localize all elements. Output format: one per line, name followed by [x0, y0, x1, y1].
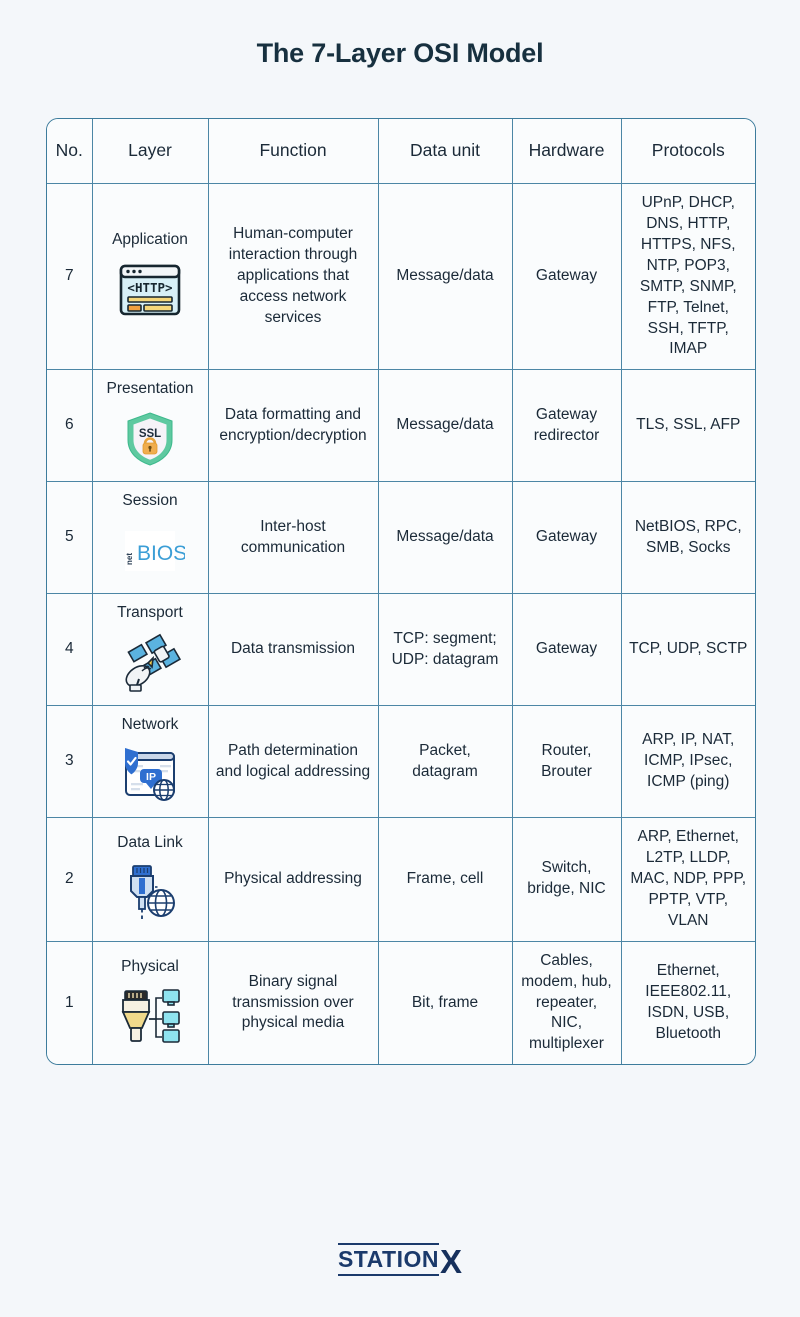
- layer-data-unit: Message/data: [378, 183, 513, 371]
- layer-hardware: Switch, bridge, NIC: [512, 817, 622, 942]
- osi-model-table: No. Layer Function Data unit Hardware Pr…: [47, 119, 755, 1065]
- layer-cell: Session net BIOS: [92, 481, 209, 595]
- layer-function: Inter-host communication: [208, 481, 379, 595]
- column-header-hardware: Hardware: [512, 119, 622, 184]
- layer-hardware: Gateway: [512, 481, 622, 595]
- layer-protocols: NetBIOS, RPC, SMB, Socks: [621, 481, 755, 595]
- layer-data-unit: Frame, cell: [378, 817, 513, 942]
- layer-protocols: TCP, UDP, SCTP: [621, 593, 755, 707]
- layer-name: Presentation: [106, 380, 194, 398]
- satellite-dish-icon: [99, 630, 202, 696]
- page-title: The 7-Layer OSI Model: [256, 38, 544, 68]
- layer-cell: Network IP: [92, 705, 209, 819]
- stationx-logo: STATION X: [337, 1243, 463, 1280]
- layer-cell: Transport: [92, 593, 209, 707]
- layer-name: Physical: [121, 957, 179, 975]
- layer-cell: Physical: [92, 941, 209, 1065]
- infographic-page: The 7-Layer OSI Model No. Layer Function…: [0, 0, 800, 1317]
- svg-text:IP: IP: [146, 771, 156, 783]
- layer-data-unit: Packet, datagram: [378, 705, 513, 819]
- layer-name: Application: [112, 231, 188, 249]
- table-row: 2 Data Link Physical addressing Frame, c…: [47, 817, 755, 942]
- table-row: 3 Network IP Path determination and logi…: [47, 705, 755, 819]
- netbios-logo-icon: net BIOS: [99, 518, 202, 584]
- layer-protocols: UPnP, DHCP, DNS, HTTP, HTTPS, NFS, NTP, …: [621, 183, 755, 371]
- column-header-function: Function: [208, 119, 379, 184]
- layer-data-unit: Message/data: [378, 481, 513, 595]
- layer-function: Path determination and logical addressin…: [208, 705, 379, 819]
- layer-cell: Data Link: [92, 817, 209, 942]
- layer-data-unit: Bit, frame: [378, 941, 513, 1065]
- layer-number: 1: [47, 941, 93, 1065]
- logo-rule-bottom: [337, 1274, 439, 1276]
- layer-number: 2: [47, 817, 93, 942]
- logo-wordmark: STATION: [337, 1243, 439, 1276]
- layer-function: Human-computer interaction through appli…: [208, 183, 379, 371]
- footer: STATION X: [0, 1243, 800, 1280]
- layer-data-unit: Message/data: [378, 369, 513, 483]
- layer-protocols: ARP, IP, NAT, ICMP, IPsec, ICMP (ping): [621, 705, 755, 819]
- logo-wordmark-text: STATION: [337, 1246, 439, 1272]
- layer-number: 7: [47, 183, 93, 371]
- layer-number: 5: [47, 481, 93, 595]
- layer-number: 6: [47, 369, 93, 483]
- ip-shield-globe-icon: IP: [99, 742, 202, 808]
- layer-name: Session: [122, 492, 178, 510]
- layer-function: Data formatting and encryption/decryptio…: [208, 369, 379, 483]
- layer-number: 3: [47, 705, 93, 819]
- column-header-data-unit: Data unit: [378, 119, 513, 184]
- table-row: 4 Transport Data transmission TCP: segme…: [47, 593, 755, 707]
- layer-hardware: Gateway: [512, 593, 622, 707]
- logo-x-mark: X: [440, 1243, 463, 1280]
- layer-protocols: TLS, SSL, AFP: [621, 369, 755, 483]
- osi-model-table-container: No. Layer Function Data unit Hardware Pr…: [46, 118, 756, 1066]
- layer-hardware: Router, Brouter: [512, 705, 622, 819]
- table-row: 7 Application <HTTP> Human-computer inte…: [47, 183, 755, 371]
- svg-text:BIOS: BIOS: [137, 542, 185, 565]
- layer-name: Data Link: [117, 833, 183, 851]
- layer-protocols: Ethernet, IEEE802.11, ISDN, USB, Bluetoo…: [621, 941, 755, 1065]
- layer-cell: Presentation SSL: [92, 369, 209, 483]
- layer-function: Physical addressing: [208, 817, 379, 942]
- layer-function: Data transmission: [208, 593, 379, 707]
- ssl-shield-lock-icon: SSL: [99, 406, 202, 472]
- layer-cell: Application <HTTP>: [92, 183, 209, 371]
- column-header-no: No.: [47, 119, 93, 184]
- layer-protocols: ARP, Ethernet, L2TP, LLDP, MAC, NDP, PPP…: [621, 817, 755, 942]
- column-header-layer: Layer: [92, 119, 209, 184]
- layer-name: Network: [121, 716, 179, 734]
- table-row: 6 Presentation SSL Data formatting and e…: [47, 369, 755, 483]
- table-row: 1 Physical Binary signal transmission ov…: [47, 941, 755, 1065]
- table-row: 5 Session net BIOS Inter-host communicat…: [47, 481, 755, 595]
- layer-hardware: Gateway: [512, 183, 622, 371]
- svg-text:net: net: [125, 553, 134, 565]
- logo-rule-top: [337, 1243, 439, 1245]
- ethernet-plug-globe-icon: [99, 860, 202, 926]
- rj45-cable-monitors-icon: [99, 983, 202, 1049]
- layer-data-unit: TCP: segment; UDP: datagram: [378, 593, 513, 707]
- http-browser-window-icon: <HTTP>: [99, 257, 202, 323]
- layer-hardware: Gateway redirector: [512, 369, 622, 483]
- svg-text:<HTTP>: <HTTP>: [127, 280, 172, 295]
- layer-name: Transport: [117, 604, 183, 622]
- layer-function: Binary signal transmission over physical…: [208, 941, 379, 1065]
- layer-hardware: Cables, modem, hub, repeater, NIC, multi…: [512, 941, 622, 1065]
- table-header-row: No. Layer Function Data unit Hardware Pr…: [47, 119, 755, 184]
- layer-number: 4: [47, 593, 93, 707]
- column-header-protocols: Protocols: [621, 119, 755, 184]
